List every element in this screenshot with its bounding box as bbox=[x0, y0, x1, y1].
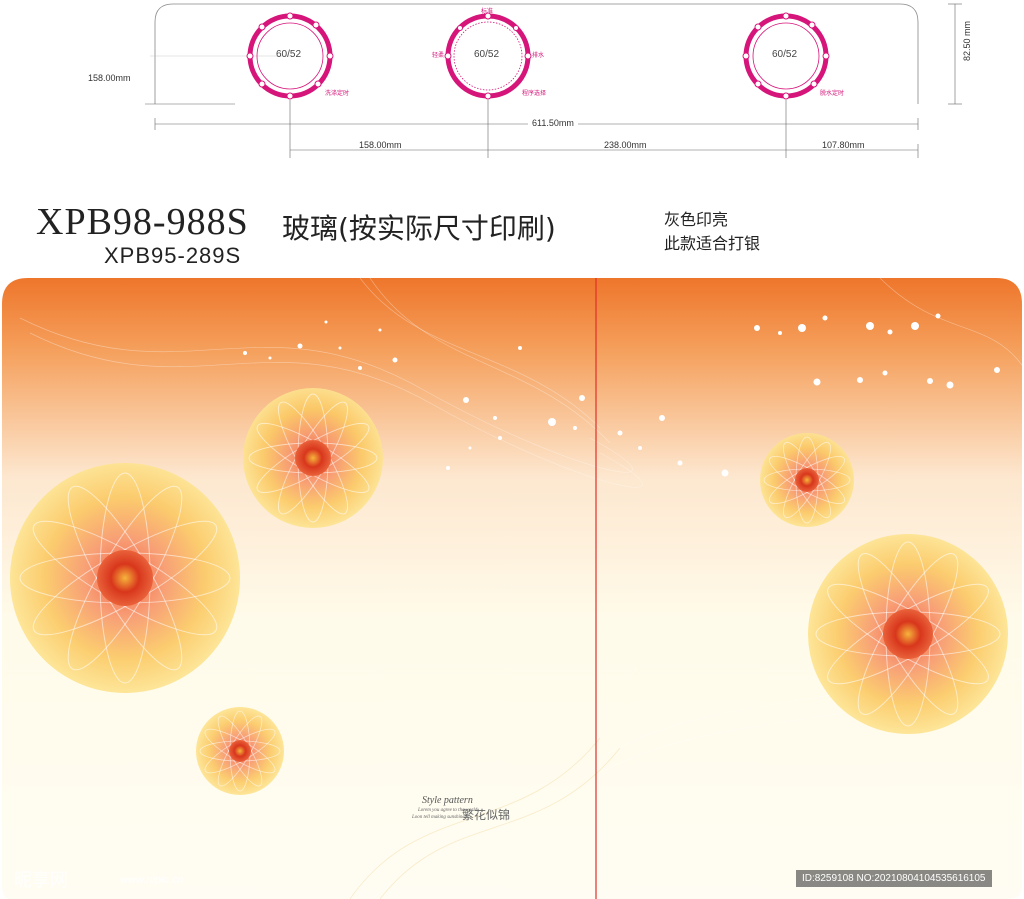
image-id-bar: ID:8259108 NO:20210804104535616105 bbox=[796, 870, 992, 887]
dial-2-left: 轻柔 bbox=[432, 52, 445, 59]
dial-3-label: 脱水定时 bbox=[820, 90, 845, 97]
dial-1-label: 洗涤定时 bbox=[325, 90, 350, 97]
flower bbox=[10, 463, 240, 693]
print-note-2: 此款适合打银 bbox=[664, 234, 761, 253]
dim-total-label: 611.50mm bbox=[528, 118, 578, 128]
spec-drawing bbox=[145, 3, 962, 158]
dial-2-label: 程序选择 bbox=[522, 90, 547, 97]
flower bbox=[196, 707, 284, 795]
dim-seg3-label: 107.80mm bbox=[822, 140, 865, 150]
flower bbox=[808, 534, 1008, 734]
model-main: XPB98-988S bbox=[36, 201, 249, 243]
model-description: 玻璃(按实际尺寸印刷) bbox=[282, 212, 556, 245]
dim-height-label: 158.00mm bbox=[88, 73, 131, 83]
slogan-cn: 繁花似锦 bbox=[462, 808, 511, 822]
print-note-1: 灰色印亮 bbox=[664, 210, 729, 229]
watermark-site: 昵享网 bbox=[14, 870, 68, 891]
dial-2-value: 60/52 bbox=[474, 49, 500, 60]
dial-3-value: 60/52 bbox=[772, 49, 798, 60]
watermark-url: www.nipic.cn bbox=[120, 874, 184, 886]
dial-2-top: 标准 bbox=[481, 8, 494, 15]
dim-seg1-label: 158.00mm bbox=[359, 140, 402, 150]
dim-seg2-label: 238.00mm bbox=[604, 140, 647, 150]
slogan-title: Style pattern bbox=[422, 795, 473, 806]
dim-right-label: 82.50 mm bbox=[962, 20, 972, 62]
model-sub: XPB95-289S bbox=[104, 243, 242, 268]
dial-2-right: 排水 bbox=[532, 52, 545, 59]
dial-1-value: 60/52 bbox=[276, 49, 302, 60]
decor-panel bbox=[2, 278, 1022, 899]
flower bbox=[760, 433, 854, 527]
slogan-sub-2: Loon tell making sunshine bbox=[412, 815, 465, 820]
flower bbox=[243, 388, 383, 528]
